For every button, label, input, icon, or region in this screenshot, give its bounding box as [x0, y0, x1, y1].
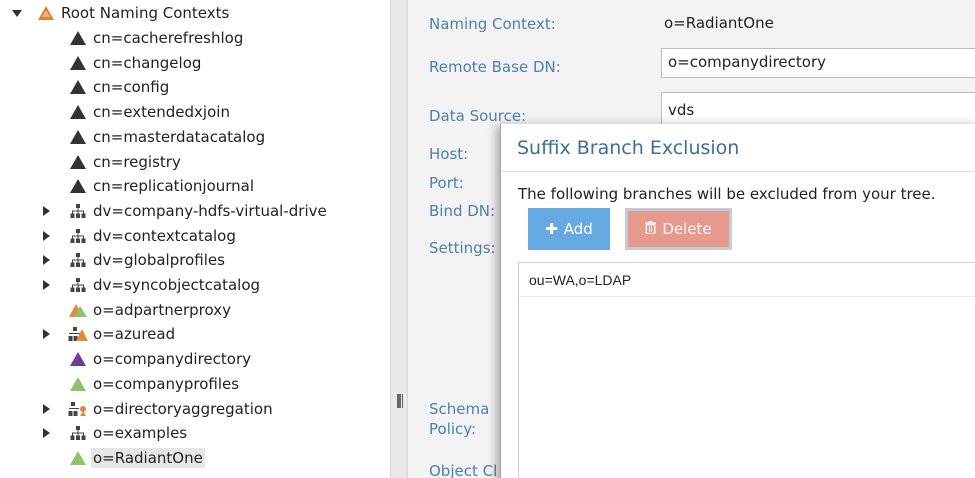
naming-context-label: Naming Context: — [429, 15, 556, 33]
tree-item-label: dv=globalprofiles — [93, 251, 225, 270]
root-naming-icon — [36, 4, 56, 22]
tree-item-label: o=RadiantOne — [91, 447, 205, 468]
tree-item[interactable]: dv=globalprofiles — [42, 248, 227, 272]
plus-icon: ✚ — [545, 220, 558, 238]
tree-item[interactable]: cn=registry — [68, 150, 183, 174]
chevron-down-icon[interactable] — [10, 7, 24, 19]
triangle-black-icon — [68, 128, 88, 146]
hierarchy-icon — [68, 227, 88, 245]
tree-item-label: cn=registry — [93, 152, 181, 171]
triangle-black-icon — [68, 54, 88, 72]
tree-item-label: o=examples — [93, 424, 188, 443]
tree-item[interactable]: dv=syncobjectcatalog — [42, 273, 262, 297]
chevron-right-icon[interactable] — [41, 279, 51, 291]
tree-item[interactable]: o=RadiantOne — [68, 446, 205, 470]
tree-item[interactable]: cn=cacherefreshlog — [68, 26, 245, 50]
triangle-black-icon — [68, 78, 88, 96]
data-source-field[interactable]: vds — [661, 92, 975, 128]
panel-splitter[interactable] — [390, 0, 408, 478]
triangle-green-icon — [68, 449, 88, 467]
chevron-right-icon[interactable] — [41, 328, 51, 340]
add-button[interactable]: ✚ Add — [528, 208, 610, 250]
tree-item[interactable]: cn=config — [68, 75, 171, 99]
list-item[interactable]: ou=WA,o=LDAP — [519, 263, 975, 297]
dialog-title: Suffix Branch Exclusion — [517, 136, 740, 159]
tree-item[interactable]: o=examples — [42, 421, 189, 445]
naming-context-tree: Root Naming Contexts cn=cacherefreshlog c… — [0, 0, 390, 478]
tree-item-label: cn=replicationjournal — [93, 177, 255, 196]
tree-item[interactable]: o=azuread — [42, 322, 177, 346]
tree-item[interactable]: dv=contextcatalog — [42, 224, 238, 248]
tree-item-label: cn=cacherefreshlog — [93, 29, 244, 47]
data-source-label: Data Source: — [429, 107, 527, 125]
tree-item[interactable]: o=directoryaggregation — [42, 397, 275, 421]
tree-item[interactable]: o=adpartnerproxy — [68, 298, 233, 322]
tree-item-label: o=directoryaggregation — [93, 399, 273, 418]
chevron-right-icon[interactable] — [41, 403, 51, 415]
hierarchy-triangle-icon — [68, 325, 88, 343]
tree-root-label: Root Naming Contexts — [61, 4, 230, 22]
tree-item[interactable]: o=companydirectory — [68, 347, 253, 371]
object-class-label: Object Cl — [429, 462, 498, 478]
hierarchy-icon — [68, 202, 88, 220]
hierarchy-icon — [68, 276, 88, 294]
tree-item[interactable]: cn=changelog — [68, 51, 203, 75]
delete-button-label: Delete — [662, 220, 712, 238]
tree-item-label: o=companydirectory — [93, 350, 251, 369]
tree-item[interactable]: cn=masterdatacatalog — [68, 125, 267, 149]
tree-item-label: cn=extendedxjoin — [93, 103, 230, 122]
schema-policy-label-line2: Policy: — [429, 420, 477, 438]
chevron-right-icon[interactable] — [41, 205, 51, 217]
triangle-black-icon — [68, 103, 88, 121]
dialog-description: The following branches will be excluded … — [518, 185, 936, 203]
hierarchy-icon — [68, 424, 88, 442]
hierarchy-icon — [68, 251, 88, 269]
tree-item-label: cn=config — [93, 78, 170, 97]
tree-item[interactable]: cn=replicationjournal — [68, 174, 256, 198]
tree-item-label: o=adpartnerproxy — [93, 300, 231, 319]
chevron-right-icon[interactable] — [41, 254, 51, 266]
triangle-black-icon — [68, 177, 88, 195]
host-label: Host: — [429, 145, 469, 163]
excluded-branches-list: ou=WA,o=LDAP — [518, 262, 975, 478]
delete-button[interactable]: Delete — [625, 208, 732, 250]
tree-item[interactable]: o=companyprofiles — [68, 372, 241, 396]
splitter-grip-icon[interactable] — [397, 394, 403, 408]
chevron-right-icon[interactable] — [41, 230, 51, 242]
aggregation-icon — [68, 400, 88, 418]
triangle-black-icon — [68, 29, 88, 47]
tree-item[interactable]: dv=company-hdfs-virtual-drive — [42, 199, 329, 223]
schema-policy-label-line1: Schema — [429, 400, 490, 418]
add-button-label: Add — [563, 220, 593, 238]
proxy-triangle-icon — [68, 301, 88, 319]
settings-label: Settings: — [429, 239, 496, 257]
tree-item-label: o=azuread — [93, 325, 176, 344]
tree-item-label: cn=changelog — [93, 53, 202, 72]
tree-item-label: dv=syncobjectcatalog — [93, 276, 261, 294]
tree-root-item[interactable]: Root Naming Contexts — [10, 1, 231, 25]
tree-item-label: dv=company-hdfs-virtual-drive — [93, 201, 327, 220]
triangle-green-icon — [68, 375, 88, 393]
suffix-branch-exclusion-dialog: Suffix Branch Exclusion The following br… — [500, 124, 975, 478]
remote-base-dn-label: Remote Base DN: — [429, 58, 561, 76]
triangle-purple-icon — [68, 350, 88, 368]
remote-base-dn-field[interactable]: o=companydirectory — [661, 48, 975, 78]
port-label: Port: — [429, 174, 464, 192]
tree-item-label: dv=contextcatalog — [93, 226, 236, 245]
bind-dn-label: Bind DN: — [429, 202, 496, 220]
tree-item-label: cn=masterdatacatalog — [93, 127, 266, 146]
triangle-black-icon — [68, 153, 88, 171]
trash-icon — [645, 220, 657, 238]
tree-item-label: o=companyprofiles — [93, 374, 240, 393]
tree-item[interactable]: cn=extendedxjoin — [68, 100, 232, 124]
chevron-right-icon[interactable] — [41, 427, 51, 439]
naming-context-value: o=RadiantOne — [664, 14, 774, 32]
dialog-header: Suffix Branch Exclusion — [501, 124, 975, 172]
